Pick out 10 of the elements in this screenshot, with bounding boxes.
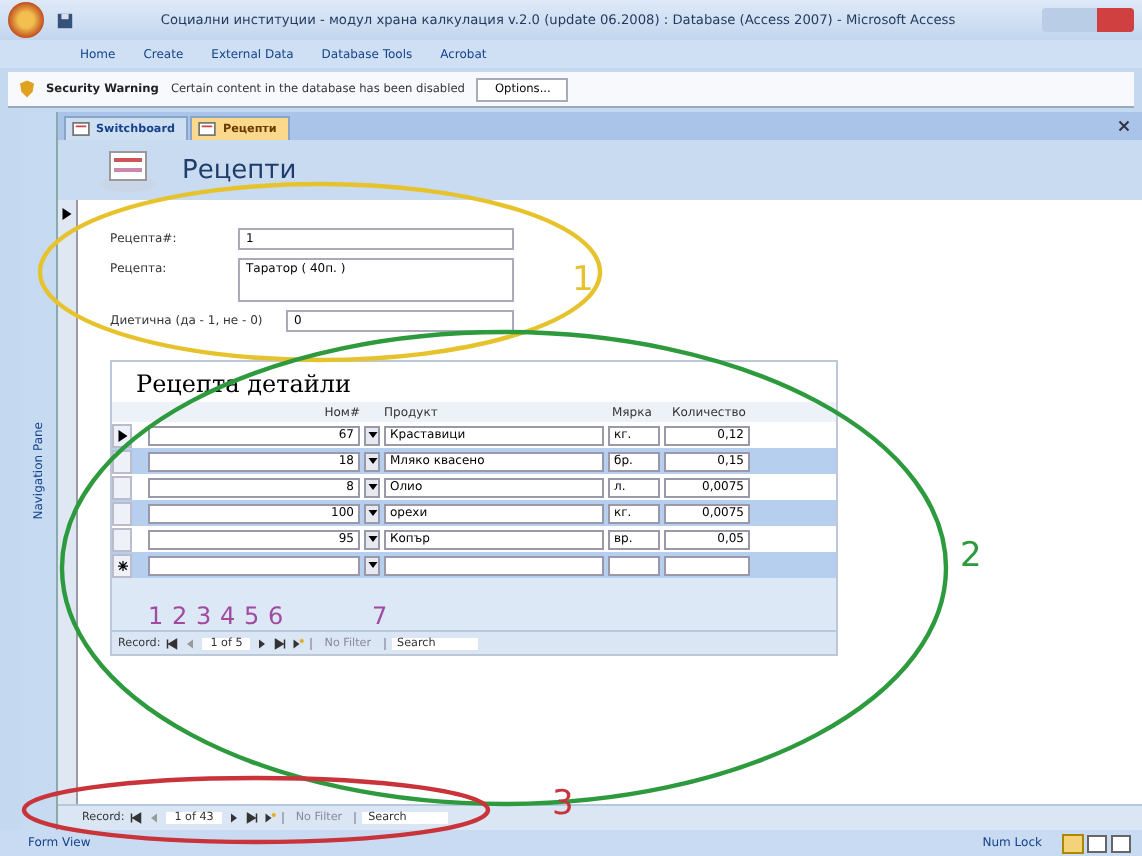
form-title: Рецепти <box>182 155 297 185</box>
annotation-number: 3 <box>196 604 212 628</box>
annotation-number: 7 <box>372 604 388 628</box>
annotation-number: 1 <box>572 264 594 298</box>
annotation-number: 2 <box>960 540 982 574</box>
annotation-number: 6 <box>268 604 284 628</box>
annotation-number: 2 <box>172 604 188 628</box>
annotation-number: 4 <box>220 604 236 628</box>
annotation-number: 1 <box>148 604 164 628</box>
annotation-number: 5 <box>244 604 260 628</box>
